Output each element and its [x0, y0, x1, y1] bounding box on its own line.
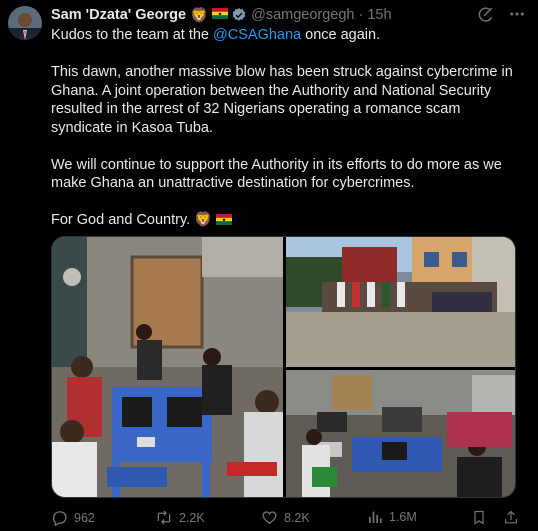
separator-dot: ·	[358, 7, 364, 23]
tweet-text-suffix: once again.	[301, 27, 381, 43]
repost-count: 2.2K	[179, 510, 205, 525]
tweet-paragraph-3: We will continue to support the Authorit…	[51, 156, 502, 192]
like-count: 8.2K	[284, 510, 310, 525]
bookmark-icon	[471, 509, 487, 526]
bookmark-button[interactable]	[471, 509, 487, 526]
tweet-paragraph-4-text: For God and Country. 🦁	[51, 212, 217, 228]
more-icon[interactable]	[508, 5, 526, 27]
author-name-emoji: 🦁	[190, 7, 209, 24]
author-handle[interactable]: @samgeorgegh	[251, 7, 354, 23]
tweet-paragraph-1: Kudos to the team at the @CSAGhana once …	[51, 26, 521, 45]
tweet-text: Kudos to the team at the @CSAGhana once …	[51, 26, 521, 248]
tweet-paragraph-2: This dawn, another massive blow has been…	[51, 64, 513, 136]
author-name[interactable]: Sam 'Dzata' George	[51, 7, 186, 23]
like-icon	[261, 509, 278, 526]
tweet-time[interactable]: 15h	[367, 7, 391, 23]
tweet: Sam 'Dzata' George 🦁 @samgeorgegh · 15h	[0, 0, 538, 531]
tweet-text-prefix: Kudos to the team at the	[51, 27, 214, 43]
views-button[interactable]: 1.6M	[367, 509, 417, 525]
tweet-header: Sam 'Dzata' George 🦁 @samgeorgegh · 15h	[51, 5, 526, 25]
photo-room-arrest-2[interactable]	[286, 370, 516, 498]
views-icon	[367, 509, 383, 525]
share-button[interactable]	[503, 509, 519, 526]
mention-link[interactable]: @CSAGhana	[213, 27, 301, 43]
grok-icon[interactable]	[477, 6, 494, 27]
repost-button[interactable]: 2.2K	[155, 509, 205, 526]
verified-badge-icon	[231, 7, 247, 23]
views-count: 1.6M	[389, 510, 417, 524]
share-icon	[503, 509, 519, 526]
tweet-paragraph-4: For God and Country. 🦁	[51, 211, 521, 230]
photo-room-arrest-1[interactable]	[52, 237, 283, 498]
media-grid	[51, 236, 516, 498]
photo-suspects-lined-up[interactable]	[286, 237, 516, 367]
avatar[interactable]	[8, 6, 42, 40]
reply-icon	[51, 509, 68, 526]
reply-button[interactable]: 962	[51, 509, 95, 526]
like-button[interactable]: 8.2K	[261, 509, 310, 526]
repost-icon	[155, 509, 173, 526]
ghana-flag-icon	[212, 7, 229, 23]
action-bar: 962 2.2K 8.2K 1.6M	[51, 509, 521, 527]
reply-count: 962	[74, 510, 95, 525]
ghana-flag-icon	[216, 212, 233, 228]
